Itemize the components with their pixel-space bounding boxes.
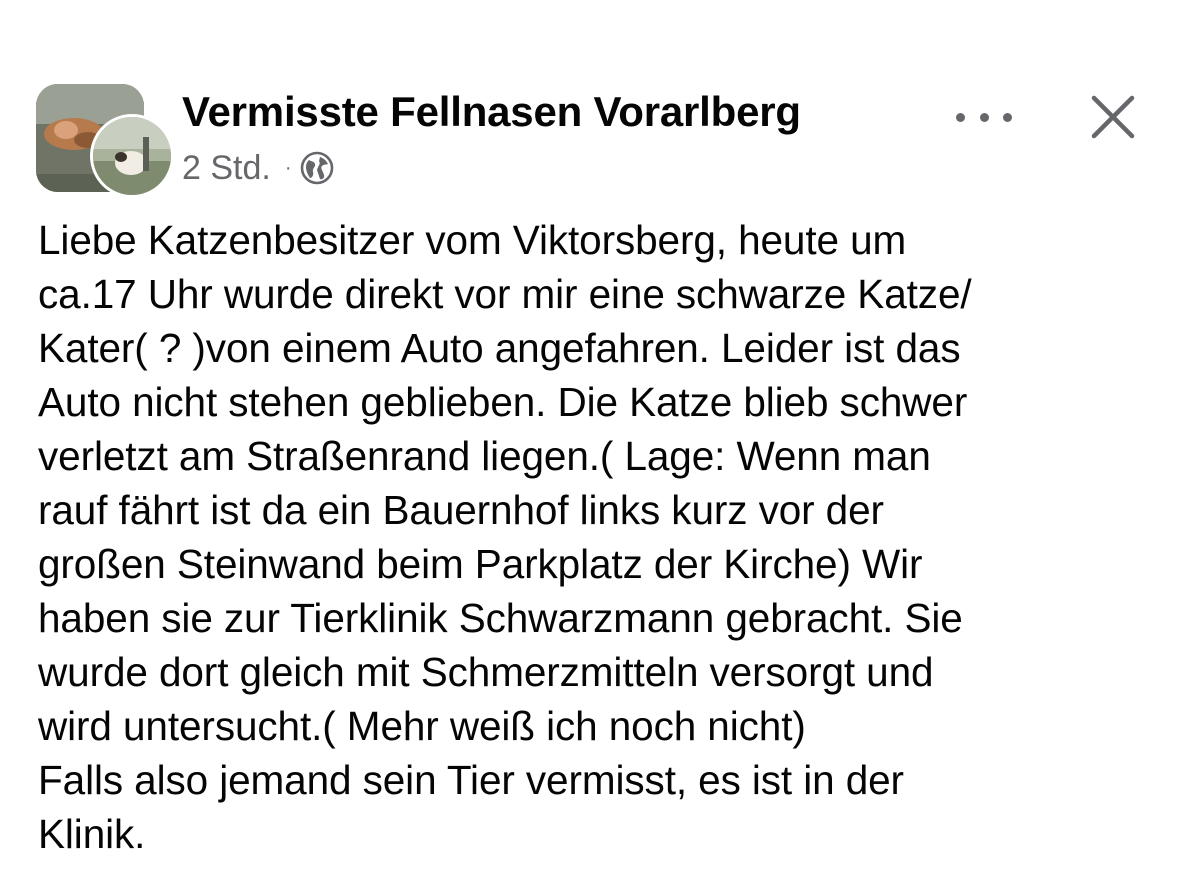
post-header: Vermisste Fellnasen Vorarlberg 2 Std. ·: [36, 84, 1146, 198]
more-horizontal-icon[interactable]: [956, 102, 1012, 132]
post-text-line: Klinik.: [38, 811, 146, 857]
more-dot: [979, 112, 989, 122]
post-text-line: Auto nicht stehen geblieben. Die Katze b…: [38, 379, 968, 425]
post-time[interactable]: 2 Std.: [182, 149, 271, 188]
post-text-line: ca.17 Uhr wurde direkt vor mir eine schw…: [38, 271, 972, 317]
post-text-line: großen Steinwand beim Parkplatz der Kirc…: [38, 541, 923, 587]
post-text-line: Kater( ? )von einem Auto angefahren. Lei…: [38, 325, 961, 371]
post-text-line: wird untersucht.( Mehr weiß ich noch nic…: [38, 703, 806, 749]
post-text: Liebe Katzenbesitzer vom Viktorsberg, he…: [38, 213, 1148, 861]
facebook-post: Vermisste Fellnasen Vorarlberg 2 Std. ·: [0, 0, 1178, 873]
post-text-line: Liebe Katzenbesitzer vom Viktorsberg, he…: [38, 217, 907, 263]
more-dot: [956, 112, 965, 122]
more-dot: [1003, 112, 1012, 122]
group-name[interactable]: Vermisste Fellnasen Vorarlberg: [182, 88, 801, 136]
post-meta: 2 Std. ·: [182, 146, 334, 190]
globe-icon: [300, 151, 334, 185]
profile-avatar[interactable]: [90, 114, 174, 198]
post-text-line: verletzt am Straßenrand liegen.( Lage: W…: [38, 433, 931, 479]
meta-separator: ·: [284, 156, 292, 179]
post-text-line: wurde dort gleich mit Schmerzmitteln ver…: [38, 649, 934, 695]
post-text-line: rauf fährt ist da ein Bauernhof links ku…: [38, 487, 884, 533]
post-text-line: haben sie zur Tierklinik Schwarzmann geb…: [38, 595, 963, 641]
post-text-line: Falls also jemand sein Tier vermisst, es…: [38, 757, 904, 803]
close-icon[interactable]: [1086, 90, 1140, 144]
